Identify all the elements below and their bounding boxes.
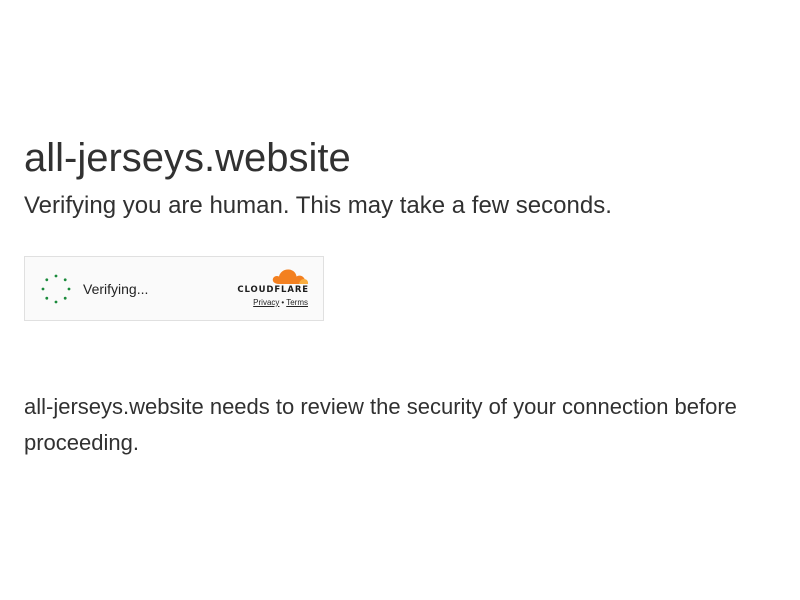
security-review-message: all-jerseys.website needs to review the … [24, 394, 737, 455]
cloudflare-wordmark: CLOUDFLARE [237, 285, 309, 295]
terms-link[interactable]: Terms [286, 298, 308, 307]
privacy-link[interactable]: Privacy [253, 298, 279, 307]
turnstile-widget[interactable]: Verifying... CLOUDFLARE Privacy • Terms [24, 256, 324, 321]
cloudflare-logo[interactable]: CLOUDFLARE [233, 268, 309, 296]
widget-links: Privacy • Terms [253, 298, 308, 308]
cloudflare-cloud-icon [272, 269, 309, 284]
spinner-icon [41, 274, 71, 304]
verification-subtitle: Verifying you are human. This may take a… [24, 192, 612, 219]
challenge-page: all-jerseys.website Verifying you are hu… [0, 0, 800, 600]
site-title: all-jerseys.website [24, 136, 351, 180]
verifying-status: Verifying... [83, 281, 149, 297]
